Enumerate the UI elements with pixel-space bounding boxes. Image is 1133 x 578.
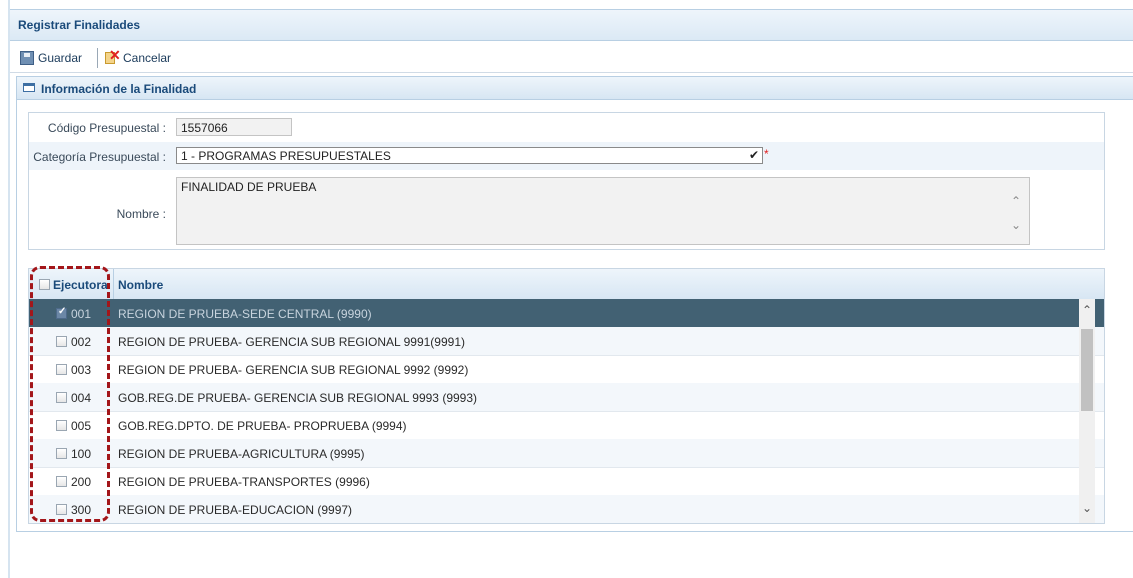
table-row[interactable]: 003 REGION DE PRUEBA- GERENCIA SUB REGION… — [29, 355, 1104, 384]
row-name: REGION DE PRUEBA-SEDE CENTRAL (9990) — [118, 307, 372, 321]
row-checkbox[interactable] — [56, 306, 67, 319]
row-checkbox[interactable] — [56, 448, 67, 459]
row-code: 004 — [71, 391, 92, 405]
codigo-input[interactable]: 1557066 — [176, 118, 292, 136]
toolbar: Guardar ✕ Cancelar — [10, 44, 1133, 73]
categoria-label: Categoría Presupuestal : — [33, 150, 166, 164]
save-button-label: Guardar — [38, 51, 83, 65]
window-icon — [23, 83, 35, 92]
window-title: Registrar Finalidades — [18, 18, 141, 32]
panel-header: Información de la Finalidad — [17, 77, 1133, 100]
cancel-button-label: Cancelar — [123, 51, 172, 65]
required-mark: * — [764, 147, 769, 161]
table-row[interactable]: 005 GOB.REG.DPTO. DE PRUEBA- PROPRUEBA (9… — [29, 411, 1104, 440]
nombre-column-header[interactable]: Nombre — [118, 278, 163, 292]
row-name: REGION DE PRUEBA-EDUCACION (9997) — [118, 503, 353, 517]
grid-header: Ejecutora Nombre — [29, 269, 1104, 300]
row-name: GOB.REG.DPTO. DE PRUEBA- PROPRUEBA (9994… — [118, 419, 407, 433]
row-name: REGION DE PRUEBA- GERENCIA SUB REGIONAL … — [118, 335, 465, 349]
row-nombre: Nombre : FINALIDAD DE PRUEBA ⌃ ⌄ — [29, 171, 1104, 251]
row-code: 001 — [71, 307, 92, 321]
row-code: 100 — [71, 447, 92, 461]
row-name: REGION DE PRUEBA- GERENCIA SUB REGIONAL … — [118, 363, 469, 377]
save-button[interactable]: Guardar — [20, 49, 82, 67]
table-row[interactable]: 100 REGION DE PRUEBA-AGRICULTURA (9995) — [29, 439, 1104, 468]
categoria-select[interactable]: 1 - PROGRAMAS PRESUPUESTALES ✔ — [176, 147, 763, 164]
table-row[interactable]: 001 REGION DE PRUEBA-SEDE CENTRAL (9990) — [29, 299, 1104, 328]
floppy-disk-icon — [20, 51, 34, 65]
row-code: 003 — [71, 363, 92, 377]
row-checkbox[interactable] — [56, 336, 67, 347]
select-all-checkbox[interactable] — [39, 279, 50, 290]
row-checkbox[interactable] — [56, 364, 67, 375]
row-checkbox[interactable] — [56, 504, 67, 515]
row-code: 005 — [71, 419, 92, 433]
codigo-label: Código Presupuestal : — [47, 121, 166, 135]
window-titlebar: Registrar Finalidades — [10, 9, 1133, 41]
ejecutora-header-cell: Ejecutora — [29, 269, 114, 299]
table-row[interactable]: 004 GOB.REG.DE PRUEBA- GERENCIA SUB REGIO… — [29, 383, 1104, 412]
grid-scrollbar[interactable]: ⌃ ⌄ — [1079, 299, 1095, 523]
categoria-selected-value: 1 - PROGRAMAS PRESUPUESTALES — [181, 149, 391, 163]
left-border — [8, 0, 10, 578]
row-code: 200 — [71, 475, 92, 489]
textarea-scroll-up-icon[interactable]: ⌃ — [1011, 194, 1021, 208]
ejecutora-grid: Ejecutora Nombre 001 REGION DE PRUEBA-SED… — [28, 268, 1105, 524]
row-name: GOB.REG.DE PRUEBA- GERENCIA SUB REGIONAL… — [118, 391, 478, 405]
nombre-label: Nombre : — [116, 207, 166, 221]
row-checkbox[interactable] — [56, 392, 67, 403]
scroll-up-icon[interactable]: ⌃ — [1082, 303, 1092, 317]
panel-title: Información de la Finalidad — [41, 82, 197, 96]
table-row[interactable]: 002 REGION DE PRUEBA- GERENCIA SUB REGION… — [29, 327, 1104, 356]
row-name: REGION DE PRUEBA-TRANSPORTES (9996) — [118, 475, 370, 489]
row-name: REGION DE PRUEBA-AGRICULTURA (9995) — [118, 447, 365, 461]
nombre-textarea[interactable]: FINALIDAD DE PRUEBA ⌃ ⌄ — [176, 177, 1030, 245]
row-checkbox[interactable] — [56, 476, 67, 487]
nombre-value: FINALIDAD DE PRUEBA — [181, 180, 317, 194]
finalidad-form: Código Presupuestal : 1557066 Categoría … — [28, 112, 1105, 250]
row-checkbox[interactable] — [56, 420, 67, 431]
row-codigo: Código Presupuestal : 1557066 — [29, 113, 1104, 141]
row-categoria: Categoría Presupuestal : 1 - PROGRAMAS P… — [29, 142, 1104, 170]
cancel-icon: ✕ — [105, 48, 121, 65]
row-code: 300 — [71, 503, 92, 517]
scroll-down-icon[interactable]: ⌄ — [1082, 501, 1092, 515]
row-code: 002 — [71, 335, 92, 349]
textarea-scroll-down-icon[interactable]: ⌄ — [1011, 218, 1021, 232]
table-row[interactable]: 200 REGION DE PRUEBA-TRANSPORTES (9996) — [29, 467, 1104, 496]
toolbar-separator — [97, 48, 98, 68]
table-row[interactable]: 300 REGION DE PRUEBA-EDUCACION (9997) — [29, 495, 1104, 523]
ejecutora-column-header[interactable]: Ejecutora — [53, 278, 108, 292]
cancel-button[interactable]: ✕ Cancelar — [105, 48, 172, 67]
scroll-thumb[interactable] — [1081, 329, 1093, 411]
chevron-down-icon: ✔ — [748, 148, 759, 162]
